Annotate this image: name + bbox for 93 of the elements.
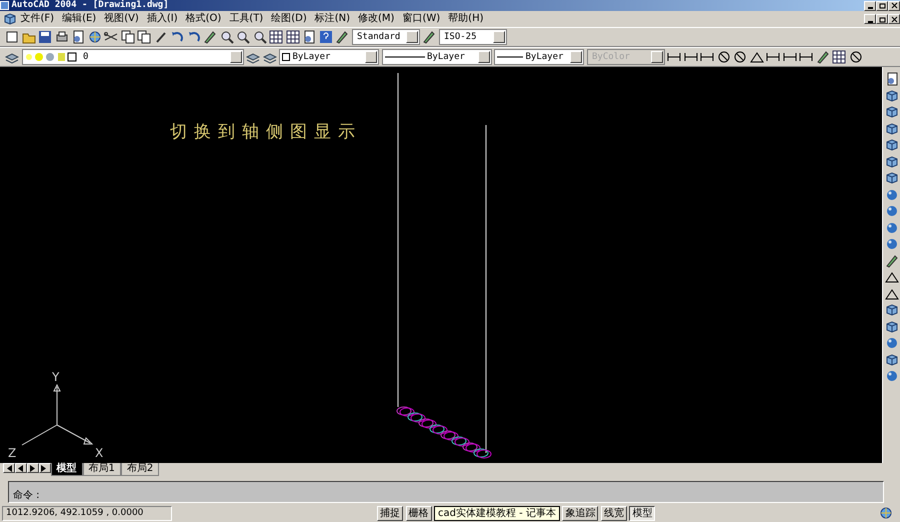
menu-item[interactable]: 视图(V)	[100, 11, 143, 27]
linear-dimension-icon[interactable]	[667, 50, 681, 64]
quick-dimension-icon[interactable]	[766, 50, 780, 64]
status-toggle[interactable]: 模型	[629, 506, 656, 521]
view-icon[interactable]	[884, 122, 898, 136]
window-title: AutoCAD 2004 - [Drawing1.dwg]	[12, 0, 169, 11]
paste-icon[interactable]	[137, 30, 151, 44]
tray-icon[interactable]	[879, 506, 893, 520]
layout-tab[interactable]: 模型	[50, 463, 82, 476]
new-icon[interactable]	[5, 30, 19, 44]
sphere-icon[interactable]	[884, 369, 898, 383]
menu-item[interactable]: 窗口(W)	[398, 11, 444, 27]
button-glyph-icon	[890, 2, 898, 9]
cube-icon[interactable]	[884, 352, 898, 366]
sphere-icon[interactable]	[884, 336, 898, 350]
shade-icon[interactable]	[884, 188, 898, 202]
previous-tab-button[interactable]	[14, 463, 26, 473]
continue-dimension-icon[interactable]	[799, 50, 813, 64]
annotation-text: 切换到轴侧图显示	[170, 122, 362, 142]
copy-icon[interactable]	[120, 30, 134, 44]
redo-icon[interactable]	[186, 30, 200, 44]
dim-style-dropdown[interactable]: ISO-25	[438, 29, 506, 45]
status-toggle[interactable]: 栅格	[406, 506, 432, 521]
restore-button[interactable]	[876, 0, 888, 10]
first-tab-button[interactable]	[2, 463, 14, 473]
solid-icon[interactable]	[884, 320, 898, 334]
ucs-axes-icon	[22, 384, 94, 446]
status-toggle[interactable]: 线宽	[600, 506, 627, 521]
center-mark-icon[interactable]	[848, 50, 862, 64]
status-toggle[interactable]: 象追踪	[562, 506, 598, 521]
button-glyph-icon	[41, 464, 48, 472]
line-sample-icon	[497, 55, 523, 59]
document-icon[interactable]	[2, 12, 16, 26]
printer-icon[interactable]	[54, 30, 68, 44]
x-axis-label: X	[95, 446, 104, 460]
shade-icon[interactable]	[884, 220, 898, 234]
line-sample-icon	[384, 55, 424, 59]
button-glyph-icon	[5, 464, 12, 472]
minimize-button[interactable]	[864, 14, 876, 24]
menu-item[interactable]: 格式(O)	[182, 11, 226, 27]
drawing-canvas[interactable]: Y Z X 切换到轴侧图显示	[0, 67, 882, 463]
linetype-dropdown[interactable]: ByLayer	[382, 49, 492, 65]
angular-dimension-icon[interactable]	[750, 50, 764, 64]
globe-icon[interactable]	[88, 30, 102, 44]
last-tab-button[interactable]	[38, 463, 50, 473]
radius-dimension-icon[interactable]	[716, 50, 730, 64]
zoom-icon[interactable]	[220, 30, 234, 44]
menu-item[interactable]: 编辑(E)	[58, 11, 100, 27]
button-glyph-icon	[890, 16, 898, 22]
diameter-dimension-icon[interactable]	[733, 50, 747, 64]
view-icon[interactable]	[884, 88, 898, 102]
restore-button[interactable]	[876, 14, 888, 24]
text-style-dropdown[interactable]: Standard	[352, 29, 420, 45]
lineweight-dropdown[interactable]: ByLayer	[494, 49, 584, 65]
menu-item[interactable]: 工具(T)	[225, 11, 268, 27]
y-axis-label: Y	[52, 370, 60, 384]
view-icon[interactable]	[884, 171, 898, 185]
ordinate-dimension-icon[interactable]	[700, 50, 714, 64]
menu-item[interactable]: 插入(I)	[142, 11, 182, 27]
view-icon[interactable]	[884, 154, 898, 168]
z-axis-label: Z	[8, 446, 16, 460]
close-button[interactable]	[888, 14, 900, 24]
shade-icon[interactable]	[884, 237, 898, 251]
view-icon[interactable]	[884, 105, 898, 119]
close-button[interactable]	[888, 0, 900, 10]
layout-tab[interactable]: 布局1	[82, 463, 121, 476]
coordinate-display: 1012.9206, 492.1059 , 0.0000	[2, 506, 172, 521]
zoom-previous-icon[interactable]	[252, 30, 266, 44]
status-toggle[interactable]: 捕捉	[377, 506, 403, 521]
menu-item[interactable]: 帮助(H)	[444, 11, 488, 27]
page-icon[interactable]	[71, 30, 85, 44]
aligned-dimension-icon[interactable]	[684, 50, 698, 64]
menu-item[interactable]: 标注(N)	[310, 11, 354, 27]
minimize-button[interactable]	[864, 0, 876, 10]
menu-item[interactable]: 修改(M)	[354, 11, 398, 27]
app-logo-icon	[0, 1, 9, 10]
menu-item[interactable]: 文件(F)	[16, 11, 58, 27]
baseline-dimension-icon[interactable]	[782, 50, 796, 64]
next-tab-button[interactable]	[26, 463, 38, 473]
color-swatch-icon	[282, 53, 290, 61]
save-icon[interactable]	[38, 30, 52, 44]
view-icon[interactable]	[884, 138, 898, 152]
command-prompt: 命令 :	[13, 490, 40, 501]
zoom-window-icon[interactable]	[236, 30, 250, 44]
box-icon[interactable]	[884, 303, 898, 317]
layout-tab[interactable]: 布局2	[120, 463, 160, 476]
menu-item[interactable]: 绘图(D)	[267, 11, 311, 27]
shade-icon[interactable]	[884, 204, 898, 218]
layer-dropdown[interactable]: 0	[22, 49, 244, 65]
help-icon[interactable]	[318, 30, 332, 44]
color-dropdown[interactable]: ByLayer	[279, 49, 379, 65]
undo-icon[interactable]	[170, 30, 184, 44]
taskbar-tooltip: cad实体建模教程 - 记事本	[434, 506, 560, 521]
